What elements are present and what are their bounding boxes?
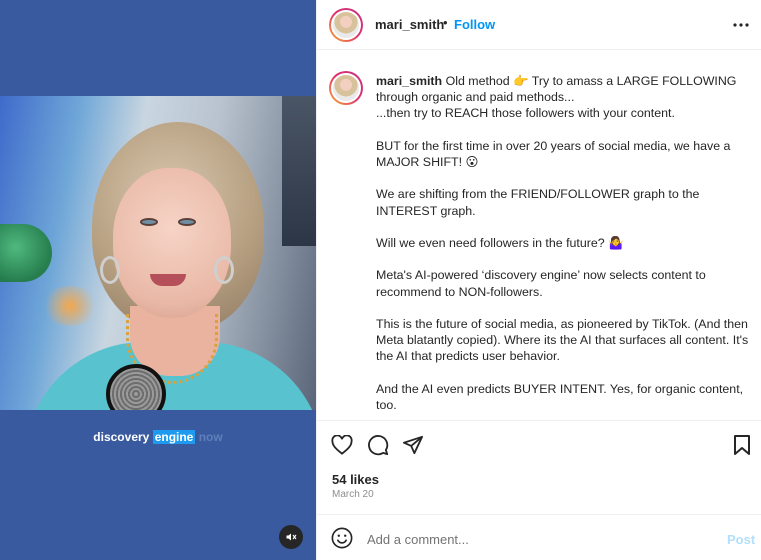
like-button[interactable] [330, 433, 354, 457]
mute-button[interactable] [279, 525, 303, 549]
caption-paragraph: BUT for the first time in over 20 years … [376, 138, 731, 169]
avatar[interactable] [329, 8, 363, 42]
avatar-photo [331, 10, 361, 40]
share-button[interactable] [401, 433, 425, 457]
caption-area: mari_smith Old method 👉 Try to amass a L… [317, 51, 761, 419]
caption-paragraph: And the AI even predicts BUYER INTENT. Y… [376, 381, 744, 412]
caption-paragraph: Will we even need followers in the futur… [376, 235, 624, 250]
subtitle-next-word: now [198, 430, 223, 444]
post-comment-button[interactable]: Post [727, 532, 755, 547]
separator-dot: • [443, 15, 448, 30]
background-lamp [0, 224, 52, 282]
caption-paragraph: mari_smith Old method 👉 Try to amass a L… [376, 73, 756, 122]
follow-button[interactable]: Follow [454, 17, 495, 32]
background-light [40, 286, 100, 326]
action-bar [317, 420, 761, 468]
bookmark-icon [734, 435, 750, 455]
video-subtitle: discovery engine now [0, 430, 316, 444]
post-panel: mari_smith • Follow mari_smith Old metho… [316, 0, 761, 560]
post-date[interactable]: March 20 [332, 489, 374, 500]
more-options-button[interactable] [731, 16, 751, 34]
emoji-button[interactable] [331, 527, 353, 549]
caption-paragraph: This is the future of social media, as p… [376, 316, 749, 364]
header-username[interactable]: mari_smith [375, 17, 444, 32]
heart-icon [331, 435, 353, 455]
earring-left [100, 256, 120, 284]
emoji-icon [331, 527, 353, 549]
speaker-muted-icon [286, 533, 297, 541]
earring-right [214, 256, 234, 284]
caption-text: mari_smith Old method 👉 Try to amass a L… [376, 73, 756, 419]
video-panel[interactable]: discovery engine now [0, 0, 316, 560]
caption-username[interactable]: mari_smith [376, 74, 442, 88]
comment-bar: Post [317, 514, 761, 560]
post-header: mari_smith • Follow [317, 0, 761, 50]
more-horizontal-icon [733, 23, 749, 27]
video-frame[interactable] [0, 96, 316, 410]
presenter-face [113, 168, 231, 318]
comment-button[interactable] [366, 433, 390, 457]
background-picture-frame [282, 96, 316, 246]
comment-icon [368, 435, 389, 456]
eye-right [178, 218, 196, 226]
comment-input[interactable] [367, 528, 707, 550]
avatar-photo [331, 73, 361, 103]
subtitle-highlight-word: engine [152, 430, 196, 444]
save-button[interactable] [730, 433, 754, 457]
share-icon [402, 435, 423, 455]
caption-paragraph: We are shifting from the FRIEND/FOLLOWER… [376, 187, 700, 218]
caption-avatar[interactable] [329, 71, 363, 105]
subtitle-word: discovery [93, 430, 150, 444]
likes-count[interactable]: 54 likes [332, 472, 379, 487]
caption-paragraph: Meta's AI-powered ‘discovery engine’ now… [376, 268, 706, 299]
eye-left [140, 218, 158, 226]
